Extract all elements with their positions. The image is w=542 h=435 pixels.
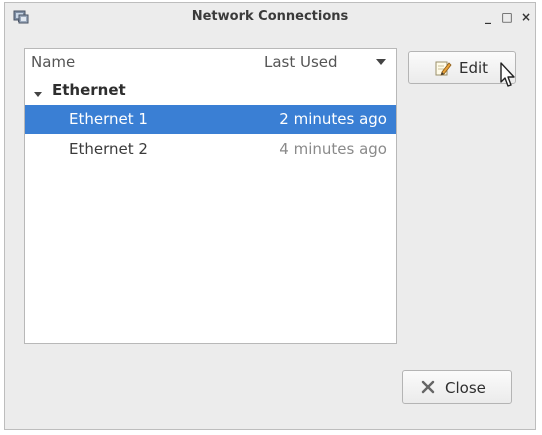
group-label: Ethernet [52, 81, 126, 99]
window-title: Network Connections [191, 9, 349, 24]
close-button[interactable]: Close [402, 370, 512, 404]
connections-list[interactable]: Name Last Used Ethernet Ethernet 1 2 min… [24, 48, 397, 344]
expander-arrow-icon[interactable] [33, 84, 43, 97]
window-close-button[interactable]: × [518, 8, 534, 26]
close-x-icon [421, 380, 435, 394]
edit-button[interactable]: Edit [408, 51, 516, 84]
sort-descending-icon[interactable] [374, 55, 388, 69]
close-button-label: Close [445, 379, 486, 397]
network-connections-window: Network Connections _ □ × Name Last Used… [4, 2, 536, 430]
list-header: Name Last Used [25, 49, 396, 76]
column-header-last-used[interactable]: Last Used [264, 53, 338, 71]
group-row-ethernet[interactable]: Ethernet [25, 78, 396, 104]
connection-last-used: 4 minutes ago [279, 140, 387, 158]
title-bar[interactable]: Network Connections _ □ × [5, 3, 535, 33]
pencil-edit-icon [434, 59, 452, 77]
connection-name: Ethernet 1 [69, 110, 148, 128]
connection-row-ethernet-2[interactable]: Ethernet 2 4 minutes ago [25, 135, 396, 164]
connection-row-ethernet-1[interactable]: Ethernet 1 2 minutes ago [25, 105, 396, 134]
column-header-name[interactable]: Name [31, 53, 75, 71]
connection-name: Ethernet 2 [69, 140, 148, 158]
maximize-button[interactable]: □ [499, 8, 515, 26]
edit-button-label: Edit [459, 59, 489, 77]
minimize-button[interactable]: _ [480, 8, 496, 26]
connection-last-used: 2 minutes ago [279, 110, 387, 128]
